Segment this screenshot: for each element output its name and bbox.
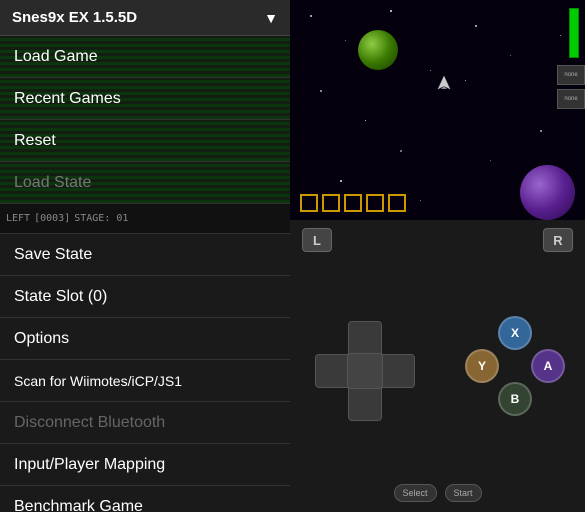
a-button-label: A bbox=[544, 359, 553, 373]
menu-item-label: Benchmark Game bbox=[14, 498, 143, 512]
menu-item-label: Load State bbox=[14, 174, 91, 192]
menu-item-options[interactable]: Options bbox=[0, 318, 290, 360]
menu-item-label: Load Game bbox=[14, 48, 98, 66]
select-start-area: Select Start bbox=[393, 484, 481, 502]
hud-score: [0003] bbox=[34, 213, 70, 224]
menu-item-save-state[interactable]: Save State bbox=[0, 234, 290, 276]
score-box-3 bbox=[344, 194, 362, 212]
menu-item-scan-wiimotes[interactable]: Scan for Wiimotes/iCP/JS1 bbox=[0, 360, 290, 402]
app-title: Snes9x EX 1.5.5D bbox=[12, 9, 137, 26]
spaceship bbox=[435, 75, 453, 93]
dpad-container[interactable] bbox=[310, 316, 420, 426]
score-box-5 bbox=[388, 194, 406, 212]
start-button-label: Start bbox=[454, 488, 473, 498]
b-button[interactable]: B bbox=[498, 382, 532, 416]
planet-purple bbox=[520, 165, 575, 220]
controls-area: L R X Y A B bbox=[290, 220, 585, 512]
b-button-label: B bbox=[511, 392, 520, 406]
menu-item-label: State Slot (0) bbox=[14, 288, 107, 306]
menu-item-load-state[interactable]: Load State bbox=[0, 162, 290, 204]
score-box-1 bbox=[300, 194, 318, 212]
select-button[interactable]: Select bbox=[393, 484, 436, 502]
dpad[interactable] bbox=[315, 321, 415, 421]
menu-item-label: Input/Player Mapping bbox=[14, 456, 165, 474]
dropdown-arrow-icon[interactable]: ▼ bbox=[264, 10, 278, 26]
menu-items-list: Load Game Recent Games Reset Load State … bbox=[0, 36, 290, 512]
menu-item-reset[interactable]: Reset bbox=[0, 120, 290, 162]
menu-item-label: Recent Games bbox=[14, 90, 121, 108]
score-box-4 bbox=[366, 194, 384, 212]
menu-item-disconnect-bluetooth[interactable]: Disconnect Bluetooth bbox=[0, 402, 290, 444]
action-buttons: X Y A B bbox=[465, 316, 565, 416]
game-panel: none none L bbox=[290, 0, 585, 512]
y-button[interactable]: Y bbox=[465, 349, 499, 383]
game-screen: none none bbox=[290, 0, 585, 220]
side-item-1: none bbox=[557, 65, 585, 85]
menu-item-label: Scan for Wiimotes/iCP/JS1 bbox=[14, 373, 182, 389]
menu-item-label: Reset bbox=[14, 132, 56, 150]
menu-item-label: Save State bbox=[14, 246, 92, 264]
a-button[interactable]: A bbox=[531, 349, 565, 383]
menu-item-label: Options bbox=[14, 330, 69, 348]
space-background: none none bbox=[290, 0, 585, 220]
x-button[interactable]: X bbox=[498, 316, 532, 350]
menu-item-recent-games[interactable]: Recent Games bbox=[0, 78, 290, 120]
game-hud: LEFT [0003] STAGE: 01 bbox=[0, 204, 290, 234]
start-button[interactable]: Start bbox=[445, 484, 482, 502]
side-item-2: none bbox=[557, 89, 585, 109]
y-button-label: Y bbox=[478, 359, 486, 373]
hud-stage: STAGE: 01 bbox=[74, 213, 128, 224]
dpad-center bbox=[347, 353, 383, 389]
select-button-label: Select bbox=[402, 488, 427, 498]
menu-item-state-slot[interactable]: State Slot (0) bbox=[0, 276, 290, 318]
menu-item-label: Disconnect Bluetooth bbox=[14, 414, 165, 432]
menu-item-input-player-mapping[interactable]: Input/Player Mapping bbox=[0, 444, 290, 486]
menu-item-load-game[interactable]: Load Game bbox=[0, 36, 290, 78]
menu-panel: Snes9x EX 1.5.5D ▼ Load Game Recent Game… bbox=[0, 0, 290, 512]
l-button-label: L bbox=[313, 233, 321, 248]
menu-item-benchmark-game[interactable]: Benchmark Game bbox=[0, 486, 290, 512]
side-items: none none bbox=[557, 65, 585, 109]
battery-bar bbox=[569, 8, 579, 58]
planet-green bbox=[358, 30, 398, 70]
l-button[interactable]: L bbox=[302, 228, 332, 252]
score-box-2 bbox=[322, 194, 340, 212]
score-display bbox=[300, 194, 406, 212]
x-button-label: X bbox=[511, 326, 519, 340]
menu-header: Snes9x EX 1.5.5D ▼ bbox=[0, 0, 290, 36]
hud-left: LEFT bbox=[6, 213, 30, 224]
r-button-label: R bbox=[553, 233, 562, 248]
r-button[interactable]: R bbox=[543, 228, 573, 252]
